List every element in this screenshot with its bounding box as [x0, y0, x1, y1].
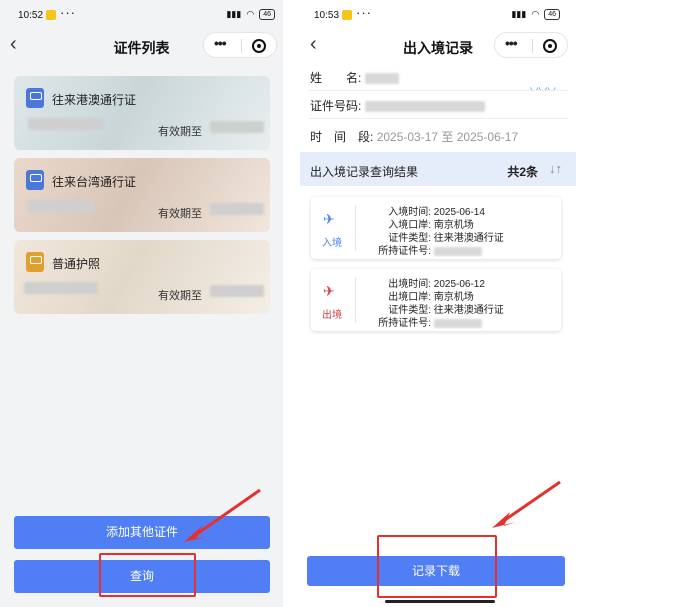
annotation-arrow	[184, 488, 261, 542]
more-icon[interactable]: •••	[505, 35, 518, 51]
card-taiwan-permit[interactable]: 往来台湾通行证 有效期至	[14, 158, 270, 232]
status-time: 10:53	[314, 10, 340, 21]
entry-exit-records-screen: 10:53 ··· ▮▮▮ ◠ 46 ‹ 出入境记录 ••• 姓 名: ◡◡◡ …	[300, 0, 576, 607]
redacted-name	[364, 73, 399, 85]
nav-bar: ‹ 证件列表 •••	[0, 28, 283, 62]
card-name: 往来港澳通行证	[52, 93, 137, 107]
signal-icon: ▮▮▮	[511, 9, 527, 19]
close-miniprogram-icon[interactable]	[252, 39, 266, 53]
more-icon[interactable]: •••	[214, 35, 227, 51]
battery-icon: 46	[544, 9, 560, 20]
redacted-cert-number	[433, 246, 482, 256]
record-line: 所持证件号:	[363, 242, 482, 257]
capsule-divider	[532, 39, 533, 53]
home-indicator	[385, 600, 495, 603]
certificate-list-screen: 10:52 ··· ▮▮▮ ◠ 46 ‹ 证件列表 ••• 往来港澳通行证 有效…	[0, 0, 283, 607]
app-notification-icon	[342, 10, 352, 20]
highlight-box-query	[99, 553, 196, 597]
sort-icon[interactable]: ↓↑	[549, 161, 562, 176]
card-passport[interactable]: 普通护照 有效期至	[14, 240, 270, 314]
more-notifications-icon: ···	[356, 5, 372, 20]
status-bar: 10:52 ··· ▮▮▮ ◠ 46	[0, 0, 283, 28]
id-number-label: 证件号码:	[310, 99, 362, 113]
time-period-row: 时 间 段: 2025-03-17 至 2025-06-17	[310, 128, 518, 145]
card-valid-label: 有效期至	[158, 126, 202, 138]
record-exit[interactable]: ✈ 出境 出境时间: 2025-06-12 出境口岸: 南京机场 证件类型: 往…	[311, 269, 561, 331]
signal-icon: ▮▮▮	[226, 9, 242, 19]
redacted-date	[210, 121, 264, 133]
card-name: 普通护照	[52, 257, 101, 271]
wifi-icon: ◠	[531, 9, 540, 19]
redacted-date	[210, 203, 264, 215]
highlight-box-download	[377, 535, 497, 598]
close-miniprogram-icon[interactable]	[543, 39, 557, 53]
record-divider	[355, 277, 356, 323]
time-period-value: 2025-03-17 至 2025-06-17	[376, 130, 519, 144]
redacted-cert-number	[433, 318, 482, 328]
nav-bar: ‹ 出入境记录 •••	[300, 28, 576, 62]
wifi-icon: ◠	[246, 9, 255, 19]
redacted-id-number	[364, 101, 485, 113]
record-type: 入境	[322, 238, 342, 249]
system-icons: ▮▮▮ ◠ 46	[511, 9, 560, 20]
battery-icon: 46	[259, 9, 275, 20]
system-icons: ▮▮▮ ◠ 46	[226, 9, 275, 20]
divider	[308, 90, 568, 91]
name-row: 姓 名:	[310, 69, 399, 86]
plane-takeoff-icon: ✈	[323, 283, 335, 299]
redacted-number	[28, 200, 94, 212]
result-title: 出入境记录查询结果	[310, 165, 419, 179]
capsule-divider	[241, 39, 242, 53]
miniprogram-capsule: •••	[203, 32, 277, 58]
record-entry[interactable]: ✈ 入境 入境时间: 2025-06-14 入境口岸: 南京机场 证件类型: 往…	[311, 197, 561, 259]
passport-icon	[26, 252, 44, 272]
annotation-arrow	[492, 480, 561, 528]
card-hk-macau-permit[interactable]: 往来港澳通行证 有效期至	[14, 76, 270, 150]
status-time: 10:52	[18, 10, 44, 21]
record-type: 出境	[322, 310, 342, 321]
result-count: 共2条	[507, 165, 538, 179]
hide-eye-icon[interactable]: ◡◡◡	[530, 82, 556, 93]
time-period-label: 时 间 段:	[310, 130, 374, 144]
card-valid-label: 有效期至	[158, 290, 202, 302]
card-name: 往来台湾通行证	[52, 175, 137, 189]
result-header: 出入境记录查询结果 共2条 ↓↑	[300, 152, 576, 186]
permit-icon	[26, 88, 44, 108]
redacted-date	[210, 285, 264, 297]
record-line: 所持证件号:	[363, 314, 482, 329]
name-label: 姓 名:	[310, 71, 362, 85]
id-number-row: 证件号码:	[310, 97, 485, 114]
more-notifications-icon: ···	[60, 5, 76, 20]
app-notification-icon	[46, 10, 56, 20]
card-valid-label: 有效期至	[158, 208, 202, 220]
redacted-number	[28, 118, 104, 130]
permit-icon	[26, 170, 44, 190]
redacted-number	[24, 282, 98, 294]
divider	[308, 118, 568, 119]
miniprogram-capsule: •••	[494, 32, 568, 58]
status-bar: 10:53 ··· ▮▮▮ ◠ 46	[300, 0, 576, 28]
record-divider	[355, 205, 356, 251]
plane-landing-icon: ✈	[323, 211, 335, 227]
